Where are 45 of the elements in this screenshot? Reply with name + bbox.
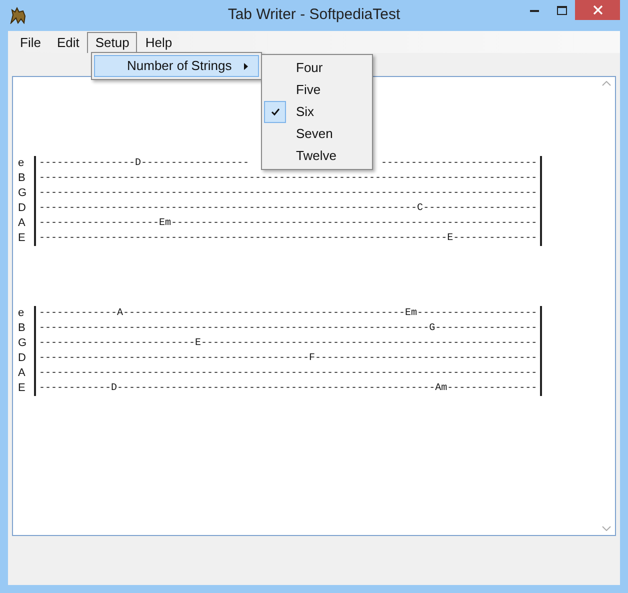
menu-item[interactable]: File: [12, 32, 49, 52]
string-label: A: [18, 366, 26, 382]
tab-line: -----------------------------------------------------------------------------------: [39, 172, 538, 186]
string-label: E: [18, 381, 26, 396]
maximize-icon: [556, 6, 566, 14]
tab-line: ---------------------------------------------F-------------------------------------: [39, 352, 538, 366]
tab-line: -----------------------------------------------------------------G-----------------: [39, 322, 538, 336]
menu-item[interactable]: Help: [137, 32, 180, 52]
tab-editor[interactable]: [12, 76, 616, 536]
tab-line: --------------------------------------------------------------------E--------------: [39, 232, 538, 246]
close-button[interactable]: [575, 0, 620, 20]
scroll-up-icon: [602, 81, 611, 86]
tab-line: --------------------Em-------------------------------------------------------------: [39, 217, 538, 231]
string-label: D: [18, 201, 27, 216]
tab-line: -----------------------------------------------------------------------------------: [39, 187, 538, 201]
tab-line: ---------------------------------------------------------------C-------------------: [39, 202, 538, 216]
string-label: G: [18, 186, 28, 202]
tab-line: --------------------------: [381, 157, 538, 171]
minimize-icon: [530, 8, 539, 12]
menu-option[interactable]: Twelve: [264, 145, 372, 167]
close-icon: [592, 5, 602, 15]
string-label: G: [18, 336, 28, 352]
tab-line: ------------D-----------------------------------------------------Am---------------: [39, 382, 538, 396]
string-label: E: [18, 231, 26, 246]
string-label: e: [18, 306, 26, 322]
string-label: D: [18, 351, 27, 366]
menu-option[interactable]: Number of Strings: [94, 55, 259, 77]
window-title: Tab Writer - SoftpediaTest: [228, 5, 400, 26]
menu-option[interactable]: Six: [264, 101, 372, 123]
string-label: A: [18, 216, 26, 232]
tab-line: --------------------------E--------------------------------------------------------: [39, 337, 538, 351]
string-label: e: [18, 156, 26, 172]
submenu-arrow-icon: [244, 62, 248, 70]
checkmark-icon: [270, 108, 280, 116]
string-label: B: [18, 171, 26, 186]
tab-line: ----------------D------------------: [39, 157, 250, 171]
menu-item[interactable]: Edit: [48, 32, 88, 52]
menu-option[interactable]: Seven: [264, 123, 372, 145]
tab-line: -----------------------------------------------------------------------------------: [39, 367, 538, 381]
menu-option[interactable]: Five: [264, 79, 372, 101]
tab-line: -------------A-----------------------------------------------Em--------------------: [39, 307, 538, 321]
scroll-down-icon: [602, 526, 611, 531]
menu-option[interactable]: Four: [264, 57, 372, 79]
string-label: B: [18, 321, 26, 336]
menu-item[interactable]: Setup: [87, 32, 138, 52]
